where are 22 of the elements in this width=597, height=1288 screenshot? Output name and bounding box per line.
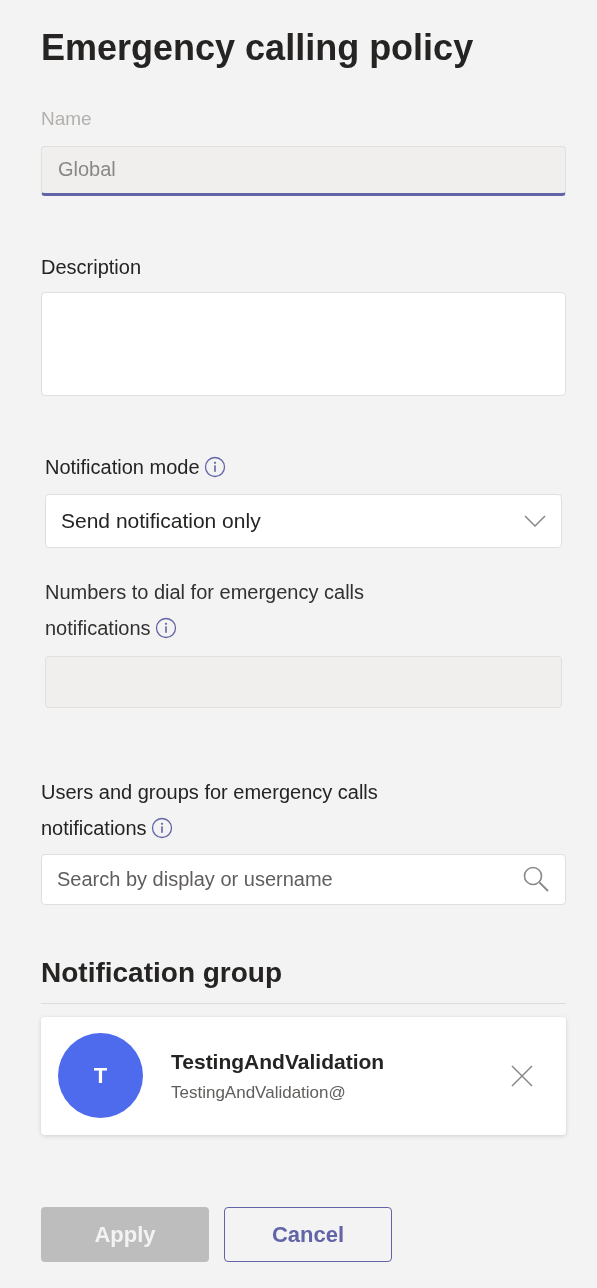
field-label: notifications — [41, 816, 147, 839]
description-field[interactable] — [41, 291, 566, 396]
field-label: Description — [41, 254, 143, 280]
chevron-down-icon — [524, 514, 546, 527]
field-label: Name — [41, 107, 93, 131]
field-label: Notification mode — [45, 455, 200, 478]
section-heading: Notification group — [41, 955, 284, 990]
info-icon[interactable] — [203, 455, 226, 478]
page-title: Emergency calling policy — [41, 26, 475, 70]
field-label: Users and groups for emergency calls — [41, 780, 378, 803]
info-icon[interactable] — [154, 616, 177, 639]
search-icon[interactable] — [522, 864, 550, 893]
field-label: notifications — [45, 616, 151, 639]
member-name: TestingAndValidation — [171, 1048, 386, 1075]
field-label: Numbers to dial for emergency calls — [45, 580, 364, 603]
cancel-button[interactable]: Cancel — [224, 1206, 392, 1262]
close-icon[interactable] — [510, 1063, 534, 1088]
mode-dropdown[interactable]: Send notification only — [45, 493, 562, 548]
search-field[interactable]: Search by display or username — [41, 853, 566, 905]
member-email: TestingAndValidation@ — [171, 1082, 347, 1104]
avatar: T — [58, 1033, 143, 1118]
info-icon[interactable] — [150, 816, 173, 839]
